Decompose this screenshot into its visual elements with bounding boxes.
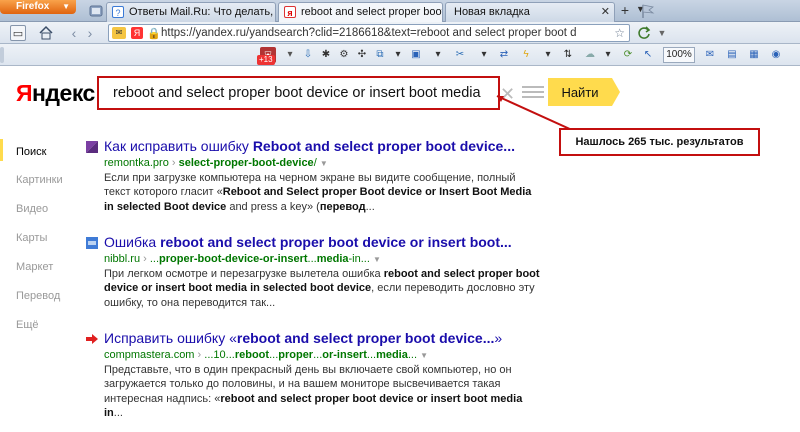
url-part: ... [269, 349, 279, 361]
url-highlight: media [376, 349, 408, 361]
url-rest: / [313, 157, 317, 169]
title-highlight: reboot and select proper boot device or … [160, 234, 512, 250]
url-part: ... [366, 349, 377, 361]
snippet-text: При легком осмотре и перезагрузке вылете… [104, 268, 384, 280]
leftnav-search[interactable]: Поиск [16, 146, 46, 158]
snippet-text: ... [113, 407, 123, 420]
arrow-right-icon [86, 334, 98, 344]
title-part: Исправить ошибку « [104, 330, 237, 346]
title-highlight: Reboot and select proper boot device... [252, 138, 515, 154]
result-title-link[interactable]: Исправить ошибку «reboot and select prop… [104, 330, 502, 346]
url-site: compmastera.com [104, 349, 195, 361]
url-site: remontka.pro [104, 157, 169, 169]
result-title-link[interactable]: Ошибка reboot and select proper boot dev… [104, 234, 512, 250]
leftnav-more[interactable]: Ещё [16, 319, 39, 331]
result-title-link[interactable]: Как исправить ошибку Reboot and select p… [104, 138, 515, 154]
url-sep: › [140, 253, 150, 265]
url-part: ... [149, 253, 160, 265]
result-url[interactable]: compmastera.com › ...10...reboot...prope… [104, 349, 428, 361]
url-highlight: reboot [234, 349, 270, 361]
leftnav-images[interactable]: Картинки [16, 174, 63, 186]
leftnav-video[interactable]: Видео [16, 203, 48, 215]
result-snippet: При легком осмотре и перезагрузке вылете… [104, 267, 544, 310]
url-rest: -in... [348, 253, 370, 265]
url-highlight: select-proper-boot-device [178, 157, 314, 169]
results-count-callout: Нашлось 265 тыс. результатов [559, 128, 760, 156]
result-url[interactable]: nibbl.ru › ...proper-boot-device-or-inse… [104, 253, 381, 265]
title-part: Как исправить ошибку [104, 138, 253, 154]
menu-triangle-icon[interactable]: ▼ [373, 255, 381, 264]
snippet-text: and press a key» ( [226, 200, 320, 213]
url-sep: › [168, 157, 179, 169]
snippet-highlight: перевод [319, 200, 366, 213]
result-url[interactable]: remontka.pro › select-proper-boot-device… [104, 157, 328, 169]
remontka-favicon [86, 141, 98, 153]
title-part: Ошибка [104, 234, 161, 250]
menu-triangle-icon[interactable]: ▼ [420, 351, 428, 360]
url-part: ... [313, 349, 323, 361]
title-part: » [494, 330, 503, 346]
leftnav-maps[interactable]: Карты [16, 232, 47, 244]
url-sep: › [194, 349, 205, 361]
result-snippet: Если при загрузке компьютера на черном э… [104, 171, 544, 214]
url-part: ...10... [204, 349, 235, 361]
title-highlight: reboot and select proper boot device... [236, 330, 495, 346]
snippet-text: ... [365, 200, 375, 213]
url-site: nibbl.ru [104, 253, 141, 265]
active-section-bar [0, 139, 3, 161]
url-highlight: proper [278, 349, 314, 361]
url-part: ... [307, 253, 317, 265]
url-highlight: or-insert [322, 349, 367, 361]
url-highlight: media [316, 253, 349, 265]
nibbl-favicon [86, 237, 98, 249]
result-snippet: Представьте, что в один прекрасный день … [104, 363, 544, 421]
leftnav-translate[interactable]: Перевод [16, 290, 60, 302]
url-part: ... [407, 349, 418, 361]
url-highlight: proper-boot-device-or-insert [159, 253, 308, 265]
leftnav-market[interactable]: Маркет [16, 261, 53, 273]
menu-triangle-icon[interactable]: ▼ [320, 159, 328, 168]
